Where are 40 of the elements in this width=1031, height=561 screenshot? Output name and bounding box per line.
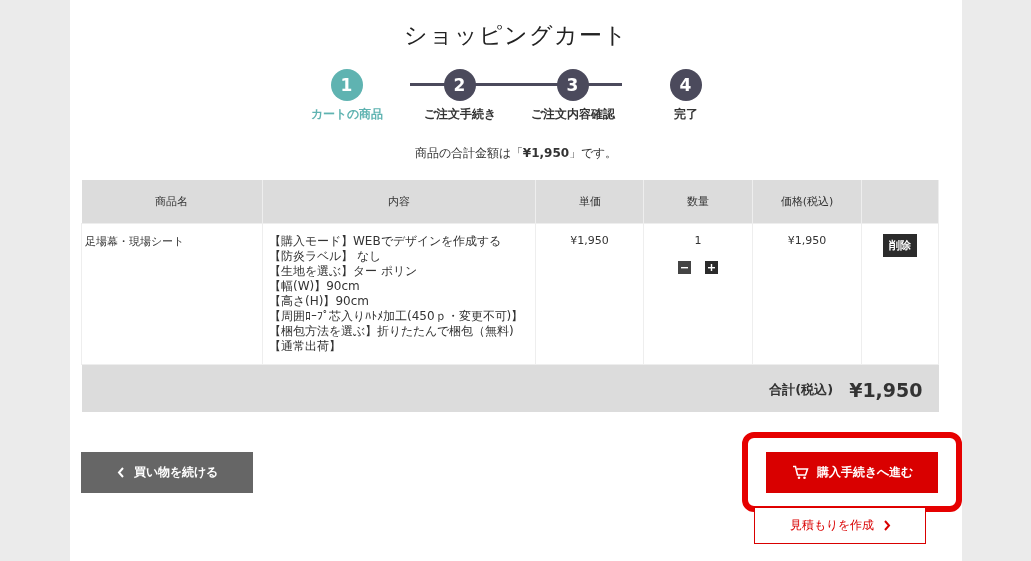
checkout-button[interactable]: 購入手続きへ進む — [766, 452, 938, 493]
plus-icon — [708, 264, 715, 271]
step-number: 1 — [330, 69, 363, 101]
option-line: 【梱包方法を選ぶ】折りたたんで梱包（無料) — [269, 324, 515, 339]
chevron-right-icon — [883, 520, 891, 531]
total-amount: ¥1,950 — [849, 379, 923, 401]
price-cell: ¥1,950 — [752, 223, 862, 365]
page-title: ショッピングカート — [403, 21, 629, 50]
option-line: 【通常出荷】 — [269, 339, 342, 354]
continue-shopping-button[interactable]: 買い物を続ける — [81, 452, 253, 493]
cart-icon — [791, 465, 809, 480]
increase-button[interactable] — [705, 261, 718, 274]
total-label: 合計(税込) — [769, 381, 834, 399]
option-line: 【高さ(H)】90cm — [269, 294, 370, 309]
decrease-button[interactable] — [678, 261, 691, 274]
column-header: 内容 — [262, 180, 536, 224]
step-number: 4 — [669, 69, 702, 101]
option-line: 【幅(W)】90cm — [269, 279, 361, 294]
column-header: 数量 — [643, 180, 753, 224]
option-line: 【周囲ﾛｰﾌﾟ芯入りﾊﾄﾒ加工(450ｐ・変更不可)】 — [269, 309, 525, 324]
column-header: 商品名 — [81, 180, 263, 224]
create-quote-button[interactable]: 見積もりを作成 — [754, 507, 926, 544]
product-name-cell: 足場幕・現場シート — [81, 223, 263, 365]
option-line: 【購入モード】WEBでデザインを作成する — [269, 234, 502, 249]
chevron-left-icon — [116, 467, 124, 478]
step-label: カートの商品 — [310, 106, 383, 123]
step-label: 完了 — [673, 106, 698, 123]
step-label: ご注文内容確認 — [530, 106, 615, 123]
option-line: 【防炎ラベル】 なし — [269, 249, 382, 264]
step-number: 3 — [556, 69, 589, 101]
step-number: 2 — [443, 69, 476, 101]
column-header: 単価 — [535, 180, 644, 224]
minus-icon — [681, 264, 688, 271]
unit-price-cell: ¥1,950 — [535, 223, 644, 365]
cart-total-message: 商品の合計金額は「¥1,950」です。 — [413, 145, 619, 162]
quantity-value: 1 — [693, 234, 703, 247]
step-label: ご注文手続き — [423, 106, 496, 123]
option-line: 【生地を選ぶ】ター ポリン — [269, 264, 418, 279]
column-header: 価格(税込) — [752, 180, 862, 224]
delete-button[interactable]: 削除 — [883, 234, 917, 257]
